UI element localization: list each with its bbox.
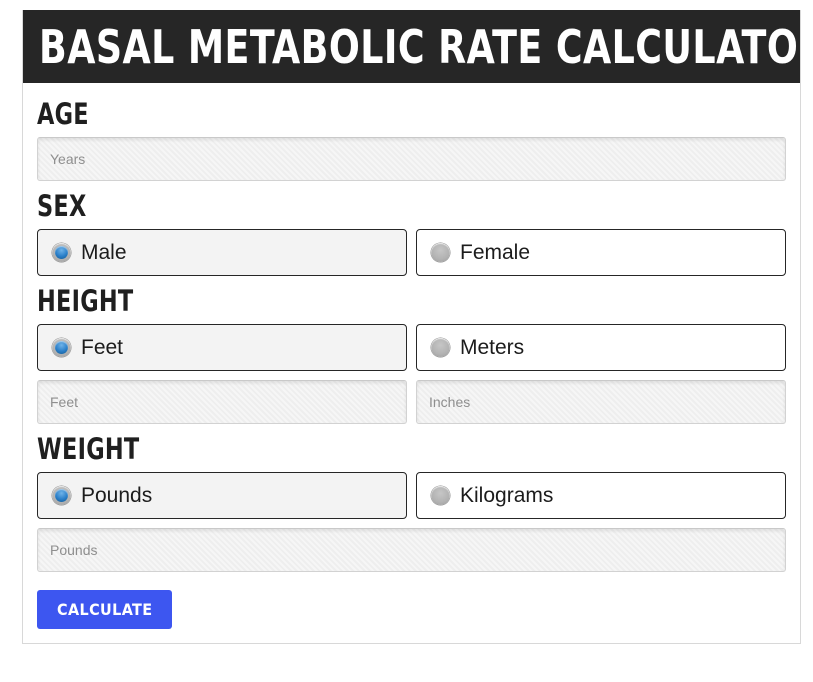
calculator-form: AGE SEX Male Female xyxy=(23,83,800,643)
weight-unit-options: Pounds Kilograms xyxy=(37,472,786,519)
radio-icon-selected xyxy=(52,243,71,262)
radio-label-male: Male xyxy=(81,241,127,264)
section-height: HEIGHT Feet Meters xyxy=(37,286,786,424)
card-header: BASAL METABOLIC RATE CALCULATOR xyxy=(23,10,800,83)
radio-icon-selected xyxy=(52,486,71,505)
page-root: BASAL METABOLIC RATE CALCULATOR AGE SEX … xyxy=(0,0,813,682)
radio-icon-selected xyxy=(52,338,71,357)
radio-icon-unselected xyxy=(431,243,450,262)
height-inputs xyxy=(37,380,786,424)
radio-option-kilograms[interactable]: Kilograms xyxy=(416,472,786,519)
section-label-sex: SEX xyxy=(37,189,87,223)
radio-label-meters: Meters xyxy=(460,336,525,359)
height-feet-input[interactable] xyxy=(37,380,407,424)
weight-input[interactable] xyxy=(37,528,786,572)
section-label-age: AGE xyxy=(37,97,89,131)
calculate-button[interactable]: CALCULATE xyxy=(37,590,173,629)
calculator-card: BASAL METABOLIC RATE CALCULATOR AGE SEX … xyxy=(22,10,801,644)
section-age: AGE xyxy=(37,99,786,181)
radio-option-male[interactable]: Male xyxy=(37,229,407,276)
height-inches-input[interactable] xyxy=(416,380,786,424)
page-title: BASAL METABOLIC RATE CALCULATOR xyxy=(39,19,800,74)
radio-option-female[interactable]: Female xyxy=(416,229,786,276)
section-weight: WEIGHT Pounds Kilograms xyxy=(37,434,786,572)
radio-icon-unselected xyxy=(431,338,450,357)
sex-options: Male Female xyxy=(37,229,786,276)
section-label-weight: WEIGHT xyxy=(37,432,140,466)
radio-label-female: Female xyxy=(460,241,531,264)
age-input[interactable] xyxy=(37,137,786,181)
section-sex: SEX Male Female xyxy=(37,191,786,276)
radio-label-feet: Feet xyxy=(81,336,124,359)
radio-option-meters[interactable]: Meters xyxy=(416,324,786,371)
radio-icon-unselected xyxy=(431,486,450,505)
radio-label-pounds: Pounds xyxy=(81,484,153,507)
radio-label-kilograms: Kilograms xyxy=(460,484,554,507)
section-label-height: HEIGHT xyxy=(37,284,134,318)
radio-option-feet[interactable]: Feet xyxy=(37,324,407,371)
radio-option-pounds[interactable]: Pounds xyxy=(37,472,407,519)
height-unit-options: Feet Meters xyxy=(37,324,786,371)
